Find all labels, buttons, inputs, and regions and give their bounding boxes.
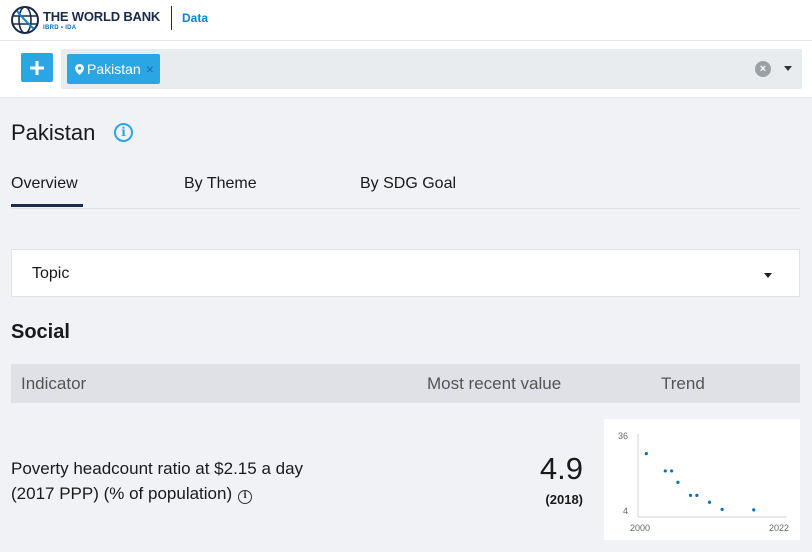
chip-label: Pakistan xyxy=(87,61,141,77)
plus-icon xyxy=(30,60,44,75)
tab-overview[interactable]: Overview xyxy=(11,175,78,193)
data-point xyxy=(676,480,680,484)
trend-chart: 36 4 2000 2022 xyxy=(618,431,789,533)
search-row: Pakistan × × xyxy=(0,41,812,98)
active-tab-indicator xyxy=(11,204,83,207)
tab-bar: Overview By Theme By SDG Goal xyxy=(11,171,800,209)
column-header-indicator: Indicator xyxy=(21,374,87,393)
brand-subtitle: IBRD • IDA xyxy=(43,24,77,31)
data-point xyxy=(663,469,667,473)
world-bank-logo[interactable]: THE WORLD BANK IBRD • IDA xyxy=(10,5,160,35)
most-recent-year: (2018) xyxy=(545,492,583,507)
map-pin-icon xyxy=(75,63,84,75)
clear-icon[interactable]: × xyxy=(755,61,771,77)
top-bar: THE WORLD BANK IBRD • IDA Data xyxy=(0,0,812,41)
data-point xyxy=(720,507,724,511)
data-point xyxy=(644,451,648,456)
x-max-tick-label: 2022 xyxy=(769,523,789,533)
data-points xyxy=(644,451,756,512)
trend-sparkline[interactable]: 36 4 2000 2022 xyxy=(604,419,800,540)
x-min-tick-label: 2000 xyxy=(630,523,650,533)
info-icon[interactable]: i xyxy=(114,123,133,142)
column-header-trend: Trend xyxy=(661,374,705,393)
data-point xyxy=(695,493,699,497)
section-heading: Social xyxy=(11,321,70,343)
indicator-name[interactable]: Poverty headcount ratio at $2.15 a day (… xyxy=(11,456,321,506)
y-max-tick-label: 36 xyxy=(618,431,628,441)
add-button[interactable] xyxy=(21,53,53,82)
column-header-most-recent-value: Most recent value xyxy=(427,374,562,393)
brand-name: THE WORLD BANK xyxy=(43,8,161,24)
topic-label: Topic xyxy=(32,265,70,282)
chevron-down-icon[interactable] xyxy=(784,66,792,71)
most-recent-value: 4.9 xyxy=(539,451,583,486)
data-link[interactable]: Data xyxy=(182,11,208,25)
info-icon[interactable]: i xyxy=(238,490,253,504)
table-header: Indicator Most recent value Trend xyxy=(11,364,800,403)
tab-by-theme[interactable]: By Theme xyxy=(184,175,257,193)
topic-dropdown[interactable]: Topic xyxy=(11,249,800,297)
indicator-label: Poverty headcount ratio at $2.15 a day (… xyxy=(11,459,304,503)
data-point xyxy=(669,469,674,473)
country-chip-pakistan[interactable]: Pakistan × xyxy=(67,54,160,84)
globe-logo-icon xyxy=(11,6,39,34)
data-point xyxy=(688,493,693,497)
data-point xyxy=(707,500,712,504)
chip-remove-icon[interactable]: × xyxy=(146,61,154,77)
page-title: Pakistan xyxy=(11,120,96,145)
table-row: Poverty headcount ratio at $2.15 a day (… xyxy=(11,416,800,540)
y-min-tick-label: 4 xyxy=(623,506,628,516)
tab-by-sdg-goal[interactable]: By SDG Goal xyxy=(360,175,456,193)
data-point xyxy=(752,508,756,512)
country-search-input[interactable]: Pakistan × × xyxy=(61,49,802,89)
chevron-down-icon xyxy=(764,273,772,278)
logo-divider xyxy=(171,6,172,30)
